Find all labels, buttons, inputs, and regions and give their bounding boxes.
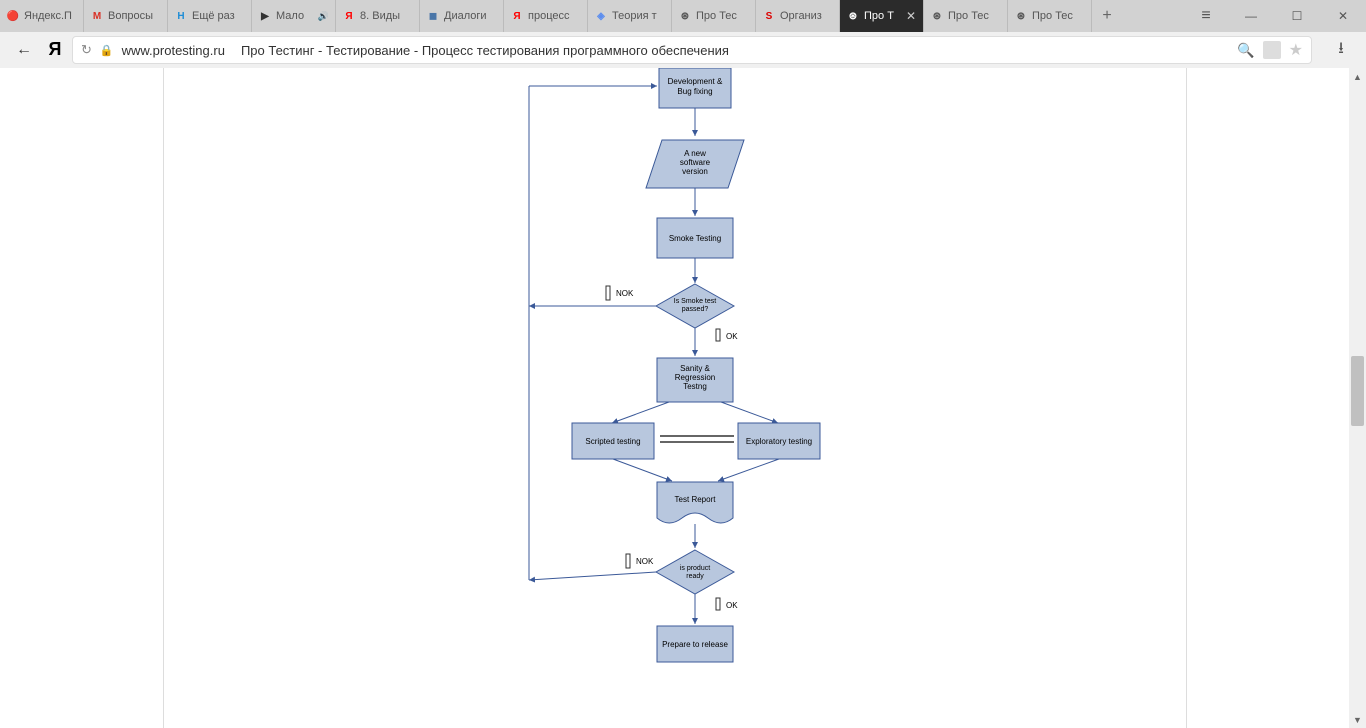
article-body: Development &Bug fixing A newsoftwarever…	[163, 68, 1187, 728]
browser-tab-11[interactable]: ⊛ Про Тес	[924, 0, 1008, 32]
search-icon[interactable]: 🔍	[1237, 42, 1254, 59]
scroll-up-arrow[interactable]: ▲	[1349, 68, 1366, 85]
tab-title: Про Тес	[948, 10, 1001, 22]
browser-tab-10[interactable]: ⊛ Про Т✕	[840, 0, 924, 32]
flow-label-nok1: NOK	[616, 289, 634, 298]
tab-title: Организ	[780, 10, 833, 22]
flow-label-ok2: OK	[726, 601, 738, 610]
tab-favicon: ◼	[426, 9, 440, 23]
tab-favicon: M	[90, 9, 104, 23]
tab-favicon: Я	[510, 9, 524, 23]
browser-tab-1[interactable]: M Вопросы	[84, 0, 168, 32]
tab-favicon: H	[174, 9, 188, 23]
tab-favicon: ⊛	[678, 9, 692, 23]
back-button[interactable]: ←	[10, 36, 38, 64]
vertical-scrollbar[interactable]: ▲ ▼	[1349, 68, 1366, 728]
browser-tab-12[interactable]: ⊛ Про Тес	[1008, 0, 1092, 32]
flowchart-diagram: Development &Bug fixing A newsoftwarever…	[494, 68, 1024, 728]
flow-node-report: Test Report	[675, 495, 717, 504]
flow-node-exploratory: Exploratory testing	[746, 437, 812, 446]
tab-title: Про Т	[864, 10, 905, 22]
browser-tab-4[interactable]: Я 8. Виды	[336, 0, 420, 32]
browser-tab-8[interactable]: ⊛ Про Тес	[672, 0, 756, 32]
extension-icon[interactable]	[1263, 41, 1281, 59]
tab-title: процесс	[528, 10, 581, 22]
tab-favicon: 🔴	[6, 9, 20, 23]
tab-favicon: ▶	[258, 9, 272, 23]
close-window-button[interactable]: ✕	[1320, 0, 1366, 32]
flow-node-smoke: Smoke Testing	[669, 234, 721, 243]
reload-icon[interactable]: ↻	[81, 42, 92, 58]
browser-tab-2[interactable]: H Ещё раз	[168, 0, 252, 32]
bookmark-star-icon[interactable]: ★	[1289, 40, 1303, 60]
lock-icon[interactable]: 🔒	[100, 44, 114, 57]
tab-title: 8. Виды	[360, 10, 413, 22]
tab-title: Про Тес	[696, 10, 749, 22]
tab-favicon: S	[762, 9, 776, 23]
tab-favicon: Я	[342, 9, 356, 23]
tab-title: Яндекс.П	[24, 10, 77, 22]
url-domain: www.protesting.ru	[122, 43, 225, 58]
flow-node-scripted: Scripted testing	[585, 437, 640, 446]
audio-icon: 🔊	[318, 11, 329, 22]
tab-favicon: ⊛	[1014, 9, 1028, 23]
address-bar: ← Я ↻ 🔒 www.protesting.ru Про Тестинг - …	[0, 32, 1366, 68]
url-input[interactable]: ↻ 🔒 www.protesting.ru Про Тестинг - Тест…	[72, 36, 1312, 64]
page-content: Development &Bug fixing A newsoftwarever…	[0, 68, 1366, 728]
tab-title: Мало	[276, 10, 316, 22]
tab-favicon: ⊛	[930, 9, 944, 23]
page-title: Про Тестинг - Тестирование - Процесс тес…	[241, 43, 729, 58]
browser-tab-9[interactable]: S Организ	[756, 0, 840, 32]
browser-tab-0[interactable]: 🔴 Яндекс.П	[0, 0, 84, 32]
browser-tab-strip: 🔴 Яндекс.П M Вопросы H Ещё раз ▶ Мало🔊 Я 8. Виды ◼…	[0, 0, 1366, 32]
scroll-down-arrow[interactable]: ▼	[1349, 711, 1366, 728]
flow-label-nok2: NOK	[636, 557, 654, 566]
flow-node-release: Prepare to release	[662, 640, 728, 649]
tab-favicon: ⊛	[846, 9, 860, 23]
tab-close-icon[interactable]: ✕	[905, 10, 917, 22]
downloads-icon[interactable]: ⭳	[1326, 37, 1356, 64]
menu-button[interactable]: ≡	[1184, 0, 1228, 32]
tab-favicon: ◈	[594, 9, 608, 23]
tab-title: Вопросы	[108, 10, 161, 22]
tab-title: Теория т	[612, 10, 665, 22]
browser-tab-6[interactable]: Япроцесс	[504, 0, 588, 32]
yandex-logo[interactable]: Я	[44, 39, 66, 61]
minimize-button[interactable]: —	[1228, 0, 1274, 32]
maximize-button[interactable]: ☐	[1274, 0, 1320, 32]
browser-tab-7[interactable]: ◈ Теория т	[588, 0, 672, 32]
new-tab-button[interactable]: +	[1092, 0, 1122, 32]
tab-title: Ещё раз	[192, 10, 245, 22]
flow-label-ok1: OK	[726, 332, 738, 341]
scroll-thumb[interactable]	[1351, 356, 1364, 426]
tab-title: Диалоги	[444, 10, 497, 22]
browser-tab-5[interactable]: ◼ Диалоги	[420, 0, 504, 32]
tab-title: Про Тес	[1032, 10, 1085, 22]
browser-tab-3[interactable]: ▶ Мало🔊	[252, 0, 336, 32]
